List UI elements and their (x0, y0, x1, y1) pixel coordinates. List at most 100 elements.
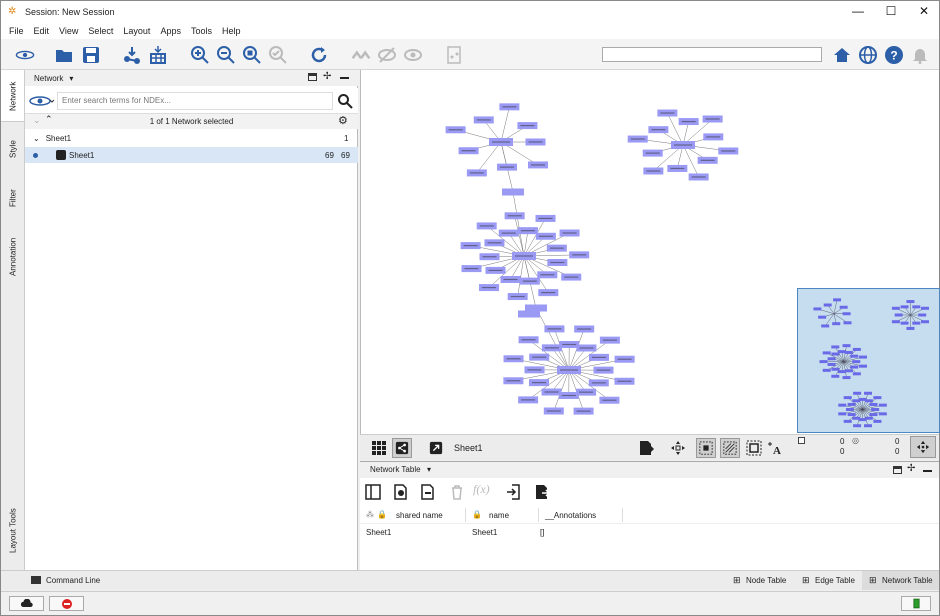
ndex-search-input[interactable]: Enter search terms for NDEx... (57, 92, 333, 110)
memory-status-icon[interactable] (901, 596, 931, 611)
minimap-node (823, 303, 832, 307)
column-header-annotations[interactable]: __Annotations (545, 511, 596, 520)
label-selection-icon[interactable]: A (766, 438, 786, 458)
import-table-icon[interactable] (147, 44, 169, 66)
node-label (538, 217, 553, 220)
hide-selected-icon (376, 44, 398, 66)
selected-edge-count: 0 (840, 447, 845, 456)
tab-filter[interactable]: Filter (5, 178, 21, 218)
select-edges-icon[interactable] (720, 438, 740, 458)
network-canvas[interactable] (360, 70, 940, 434)
zoom-in-icon[interactable] (189, 44, 211, 66)
node-label (502, 106, 517, 108)
help-icon[interactable]: ? (883, 44, 905, 66)
select-nodes-icon[interactable] (696, 438, 716, 458)
table-row[interactable]: Sheet1 Sheet1 [] (360, 524, 939, 540)
select-annotations-icon[interactable] (744, 438, 764, 458)
tab-command-line[interactable]: Command Line (46, 576, 100, 585)
network-view-toggle-icon[interactable] (392, 438, 412, 458)
network-node[interactable] (525, 304, 547, 312)
cloud-icon[interactable] (9, 596, 44, 611)
chevron-down-icon[interactable]: ▾ (427, 465, 431, 474)
tab-style[interactable]: Style (5, 130, 21, 168)
tab-edge-table[interactable]: Edge Table (815, 576, 855, 585)
minimap-node (850, 365, 859, 369)
node-label (521, 339, 536, 341)
network-node[interactable] (518, 310, 540, 318)
menu-layout[interactable]: Layout (123, 26, 150, 36)
search-input[interactable] (602, 47, 822, 62)
ndex-source-icon[interactable] (29, 94, 55, 108)
refresh-icon[interactable] (308, 44, 330, 66)
tab-node-table[interactable]: Node Table (746, 576, 786, 585)
zoom-selected-icon (267, 44, 289, 66)
minimap-node (912, 321, 921, 325)
search-icon[interactable] (337, 93, 353, 109)
node-label (469, 172, 484, 174)
navigation-mode-icon[interactable] (910, 436, 936, 458)
menu-view[interactable]: View (59, 26, 78, 36)
cell-name[interactable]: Sheet1 (472, 528, 497, 537)
open-session-icon[interactable] (53, 44, 75, 66)
network-node-count: 69 (325, 151, 334, 160)
node-label (527, 369, 542, 371)
bird-eye-overview[interactable] (797, 288, 940, 433)
chevron-down-icon[interactable]: ▾ (69, 74, 73, 83)
save-session-icon[interactable] (80, 44, 102, 66)
cell-shared-name[interactable]: Sheet1 (366, 528, 391, 537)
create-column-icon[interactable] (393, 484, 409, 500)
minimize-panel-icon[interactable] (340, 77, 349, 79)
ndex-logo-icon[interactable] (11, 44, 39, 66)
minimize-button[interactable]: — (846, 4, 870, 20)
chevron-down-icon[interactable]: ⌄ (33, 134, 40, 143)
home-icon[interactable] (831, 44, 853, 66)
tab-annotation[interactable]: Annotation (5, 228, 21, 286)
tab-network-label: Network (8, 81, 18, 111)
terminal-icon (31, 576, 41, 584)
menu-help[interactable]: Help (222, 26, 241, 36)
gear-icon[interactable]: ⚙ (338, 114, 348, 127)
table-panel: Network Table ▾ ✢ f(x) ⁂ 🔒 shared name 🔒… (360, 461, 939, 570)
notification-bell-icon[interactable] (909, 44, 931, 66)
delete-columns-icon[interactable] (420, 484, 436, 500)
hidden-node-count: 0 (895, 437, 900, 446)
minimap-node (906, 300, 915, 304)
grid-view-icon[interactable] (369, 438, 389, 458)
export-table-icon[interactable] (534, 484, 551, 500)
network-row[interactable]: Sheet1 69 69 (25, 147, 358, 163)
minimap-node (894, 313, 903, 317)
export-network-icon[interactable] (636, 438, 656, 458)
menu-file[interactable]: File (9, 26, 24, 36)
pin-icon[interactable]: ✢ (907, 463, 915, 474)
zoom-fit-icon[interactable] (241, 44, 263, 66)
svg-text:?: ? (890, 49, 897, 63)
menu-edit[interactable]: Edit (34, 26, 50, 36)
tab-layout-tools[interactable]: Layout Tools (5, 500, 21, 562)
node-label (520, 230, 535, 232)
table-header-row: ⁂ 🔒 shared name 🔒 name __Annotations (360, 506, 939, 524)
cytoscape-window: ✲ Session: New Session — ☐ ✕ File Edit V… (0, 0, 940, 616)
minimize-panel-icon[interactable] (923, 470, 932, 472)
cell-annotations[interactable]: [] (540, 528, 544, 537)
pin-icon[interactable]: ✢ (323, 71, 331, 82)
import-table-icon[interactable] (506, 484, 522, 500)
menu-apps[interactable]: Apps (160, 26, 181, 36)
maximize-button[interactable]: ☐ (879, 4, 903, 20)
column-header-name[interactable]: name (489, 511, 509, 520)
menu-select[interactable]: Select (88, 26, 113, 36)
node-label (617, 358, 632, 360)
show-columns-icon[interactable] (365, 484, 381, 500)
import-network-icon[interactable] (121, 44, 143, 66)
float-panel-icon[interactable] (893, 466, 902, 474)
globe-icon[interactable] (857, 44, 879, 66)
move-nodes-icon[interactable] (668, 438, 688, 458)
cancel-task-icon[interactable] (49, 596, 84, 611)
collection-row[interactable]: ⌄ Sheet1 1 (25, 130, 358, 146)
float-panel-icon[interactable] (308, 73, 317, 81)
detach-view-icon[interactable] (426, 438, 446, 458)
close-button[interactable]: ✕ (912, 4, 936, 20)
column-header-shared-name[interactable]: shared name (396, 511, 443, 520)
menu-tools[interactable]: Tools (191, 26, 212, 36)
network-node[interactable] (502, 188, 524, 196)
zoom-out-icon[interactable] (215, 44, 237, 66)
